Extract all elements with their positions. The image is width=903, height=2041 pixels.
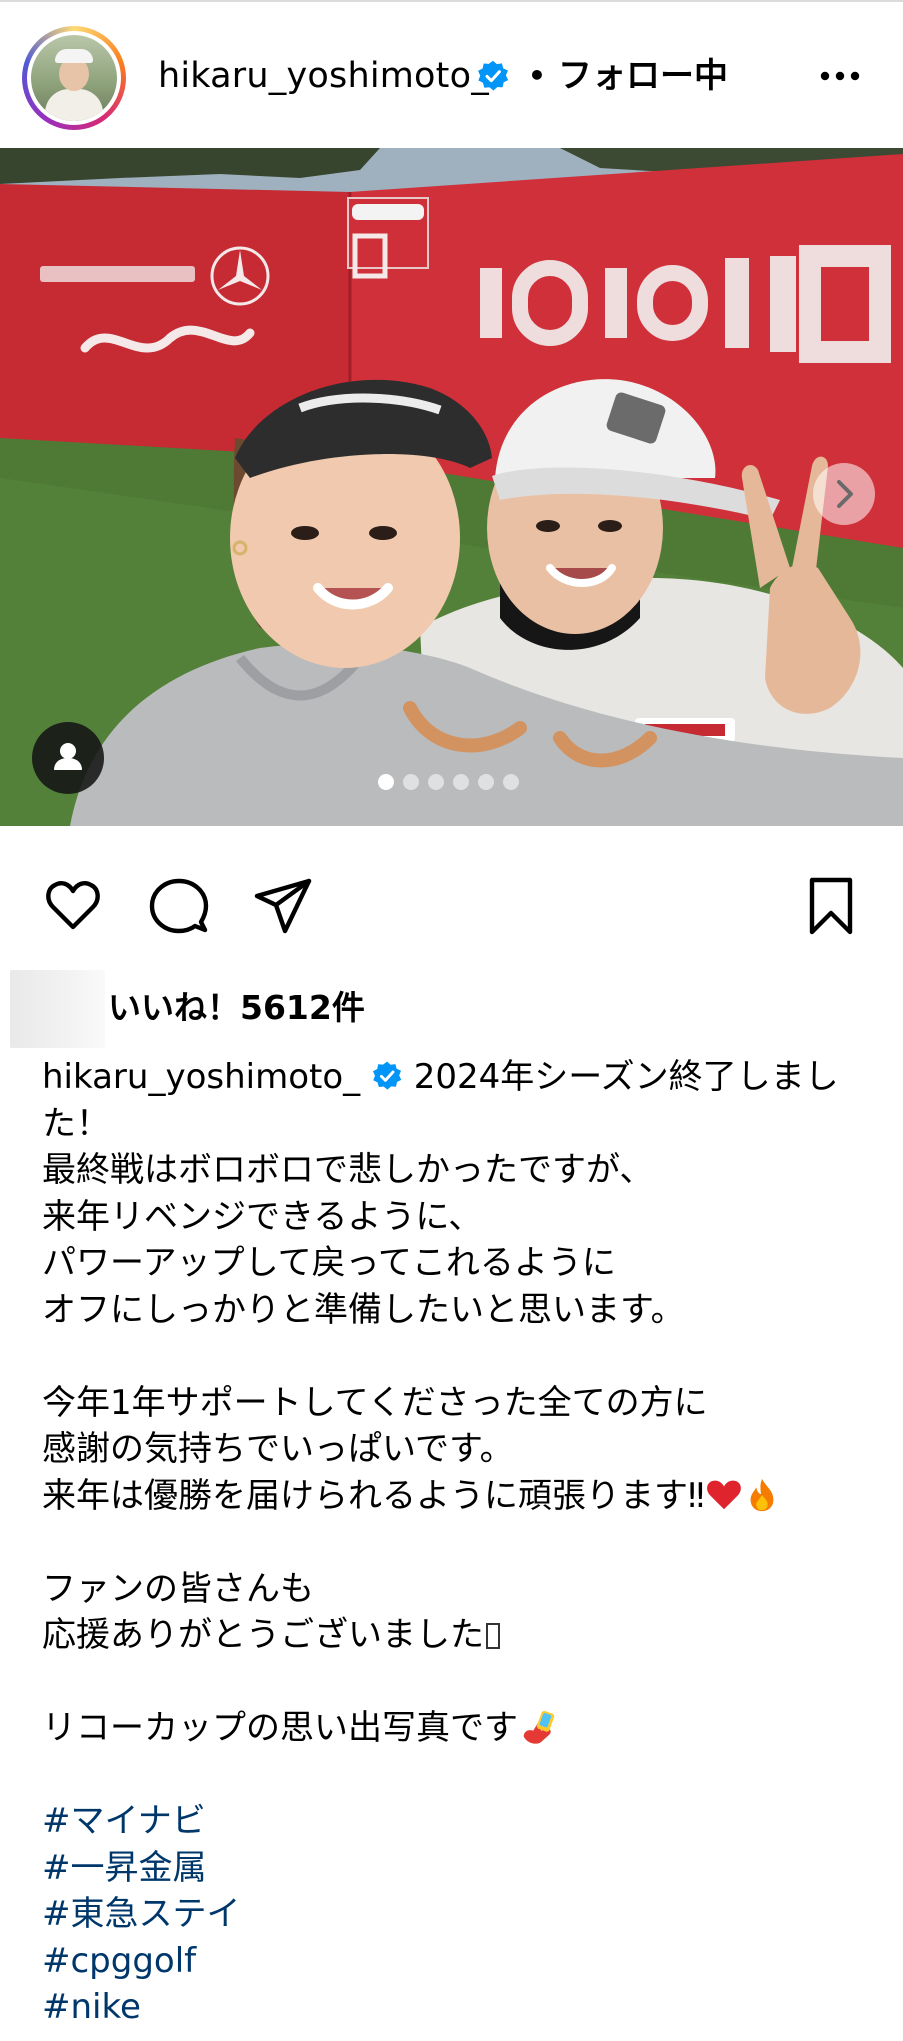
post-caption: hikaru_yoshimoto_ 2024年シーズン終了しまし た！ 最終戦は… xyxy=(42,1054,872,2031)
carousel-dot xyxy=(478,774,494,790)
hashtag-link[interactable]: #マイナビ xyxy=(42,1798,872,1845)
avatar-photo xyxy=(31,35,117,121)
carousel-dot xyxy=(453,774,469,790)
comment-icon[interactable] xyxy=(148,875,210,937)
caption-line: パワーアップして戻ってこれるように xyxy=(42,1243,616,1283)
hashtag-link[interactable]: #cpggolf xyxy=(42,1938,872,1985)
post-photo[interactable] xyxy=(0,148,903,826)
fire-emoji-icon xyxy=(750,1478,773,1511)
golf-selfie-image xyxy=(0,148,903,826)
following-button[interactable]: フォロー中 xyxy=(558,52,728,100)
hashtag-link[interactable]: #nike xyxy=(42,1984,872,2031)
missing-glyph-icon xyxy=(486,1623,500,1649)
header-username[interactable]: hikaru_yoshimoto_ xyxy=(158,52,489,100)
header-separator: • xyxy=(528,59,546,92)
caption-line: 最終戦はボロボロで悲しかったですが、 xyxy=(42,1150,654,1190)
caption-text: リコーカップの思い出写真です xyxy=(42,1708,518,1748)
carousel-dot xyxy=(378,774,394,790)
caption-first-line: hikaru_yoshimoto_ 2024年シーズン終了しまし xyxy=(42,1054,872,1101)
avatar[interactable] xyxy=(22,26,126,130)
caption-line: オフにしっかりと準備したいと思います。 xyxy=(42,1289,685,1330)
caption-line: 今年1年サポートしてくださった全ての方に xyxy=(42,1382,708,1423)
carousel-dot xyxy=(403,774,419,790)
next-photo-button[interactable] xyxy=(813,463,875,525)
caption-text: 来年は優勝を届けられるように頑張ります‼ xyxy=(42,1475,705,1516)
tagged-users-button[interactable] xyxy=(32,722,104,794)
caption-line: た！ xyxy=(42,1103,110,1144)
carousel-dot xyxy=(428,774,444,790)
user-tag-icon xyxy=(54,743,82,770)
verified-badge-icon xyxy=(372,1061,402,1090)
selfie-emoji-icon xyxy=(523,1710,555,1744)
caption-text: 応援ありがとうございました xyxy=(42,1615,484,1655)
carousel-indicator xyxy=(378,774,519,790)
verified-badge-icon xyxy=(478,60,509,91)
bookmark-icon[interactable] xyxy=(800,875,862,937)
caption-text: 2024年シーズン終了しまし xyxy=(413,1057,839,1097)
chevron-right-icon xyxy=(837,480,853,508)
caption-line-emoji: リコーカップの思い出写真です xyxy=(42,1705,872,1752)
paper-plane-icon[interactable] xyxy=(252,875,314,937)
caption-line: 感謝の気持ちでいっぱいです。 xyxy=(42,1429,514,1469)
caption-line-tofu: 応援ありがとうございました xyxy=(42,1612,872,1659)
hashtag-link[interactable]: #東急ステイ xyxy=(42,1891,872,1938)
red-heart-emoji-icon xyxy=(706,1480,741,1509)
liker-avatars-blurred[interactable] xyxy=(10,970,105,1048)
caption-line: 来年リベンジできるように、 xyxy=(42,1196,483,1237)
hashtag-link[interactable]: #一昇金属 xyxy=(42,1845,872,1892)
post-header: hikaru_yoshimoto_ • フォロー中 xyxy=(0,0,903,148)
more-horizontal-icon[interactable] xyxy=(815,54,865,98)
caption-line: ファンの皆さんも xyxy=(42,1568,314,1609)
caption-line-emoji: 来年は優勝を届けられるように頑張ります‼ xyxy=(42,1473,872,1520)
caption-username[interactable]: hikaru_yoshimoto_ xyxy=(42,1057,360,1097)
like-count[interactable]: いいね！5612件 xyxy=(108,984,365,1032)
heart-outline-icon[interactable] xyxy=(42,875,104,937)
carousel-dot xyxy=(503,774,519,790)
